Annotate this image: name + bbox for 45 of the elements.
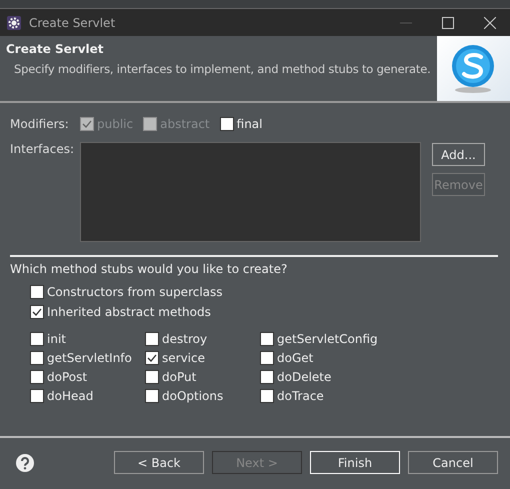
checkbox[interactable]: [30, 351, 44, 365]
checkbox[interactable]: [30, 305, 44, 319]
checkbox-label[interactable]: getServletConfig: [277, 332, 378, 346]
checkbox[interactable]: [260, 332, 274, 346]
checkbox-label[interactable]: Inherited abstract methods: [47, 305, 211, 319]
gear-icon: [7, 16, 21, 30]
checkbox[interactable]: [145, 370, 159, 384]
servlet-logo-icon: [450, 42, 496, 94]
page-description: Specify modifiers, interfaces to implement, and method stubs to generate.: [13, 62, 431, 76]
checkbox[interactable]: [220, 117, 234, 131]
checkbox[interactable]: [30, 285, 44, 299]
section-label: Which method stubs would you like to create?: [10, 262, 288, 276]
checkbox-label[interactable]: doOptions: [162, 389, 224, 403]
page-title: Create Servlet: [6, 42, 105, 56]
checkbox-label[interactable]: doPost: [47, 370, 88, 384]
field-label: Interfaces:: [10, 142, 76, 156]
dialog-button[interactable]: < Back: [114, 451, 204, 474]
checkbox[interactable]: [260, 389, 274, 403]
window-title: Create Servlet: [29, 16, 116, 30]
checkbox[interactable]: [260, 370, 274, 384]
checkbox-label[interactable]: service: [162, 351, 205, 365]
checkbox-label[interactable]: destroy: [162, 332, 208, 346]
checkbox[interactable]: [145, 389, 159, 403]
checkbox-label[interactable]: doPut: [162, 370, 196, 384]
checkbox-label[interactable]: final: [236, 117, 262, 131]
dialog-button[interactable]: Add...: [432, 143, 485, 166]
maximize-icon[interactable]: [442, 16, 454, 28]
checkbox[interactable]: [30, 332, 44, 346]
dialog-button[interactable]: Finish: [310, 451, 400, 474]
checkbox[interactable]: [145, 332, 159, 346]
checkbox-label[interactable]: Constructors from superclass: [47, 285, 223, 299]
help-icon[interactable]: [16, 454, 34, 472]
checkbox[interactable]: [30, 389, 44, 403]
checkbox-label[interactable]: doHead: [47, 389, 94, 403]
checkbox[interactable]: [145, 351, 159, 365]
checkbox-label[interactable]: doDelete: [277, 370, 332, 384]
checkbox-label[interactable]: doGet: [277, 351, 314, 365]
checkbox-label[interactable]: getServletInfo: [47, 351, 132, 365]
checkbox-label[interactable]: doTrace: [277, 389, 324, 403]
checkbox[interactable]: [260, 351, 274, 365]
close-icon[interactable]: [484, 16, 496, 28]
checkbox-label[interactable]: init: [47, 332, 66, 346]
checkbox[interactable]: [30, 370, 44, 384]
field-label: Modifiers:: [10, 117, 70, 131]
dialog-button[interactable]: Cancel: [408, 451, 498, 474]
